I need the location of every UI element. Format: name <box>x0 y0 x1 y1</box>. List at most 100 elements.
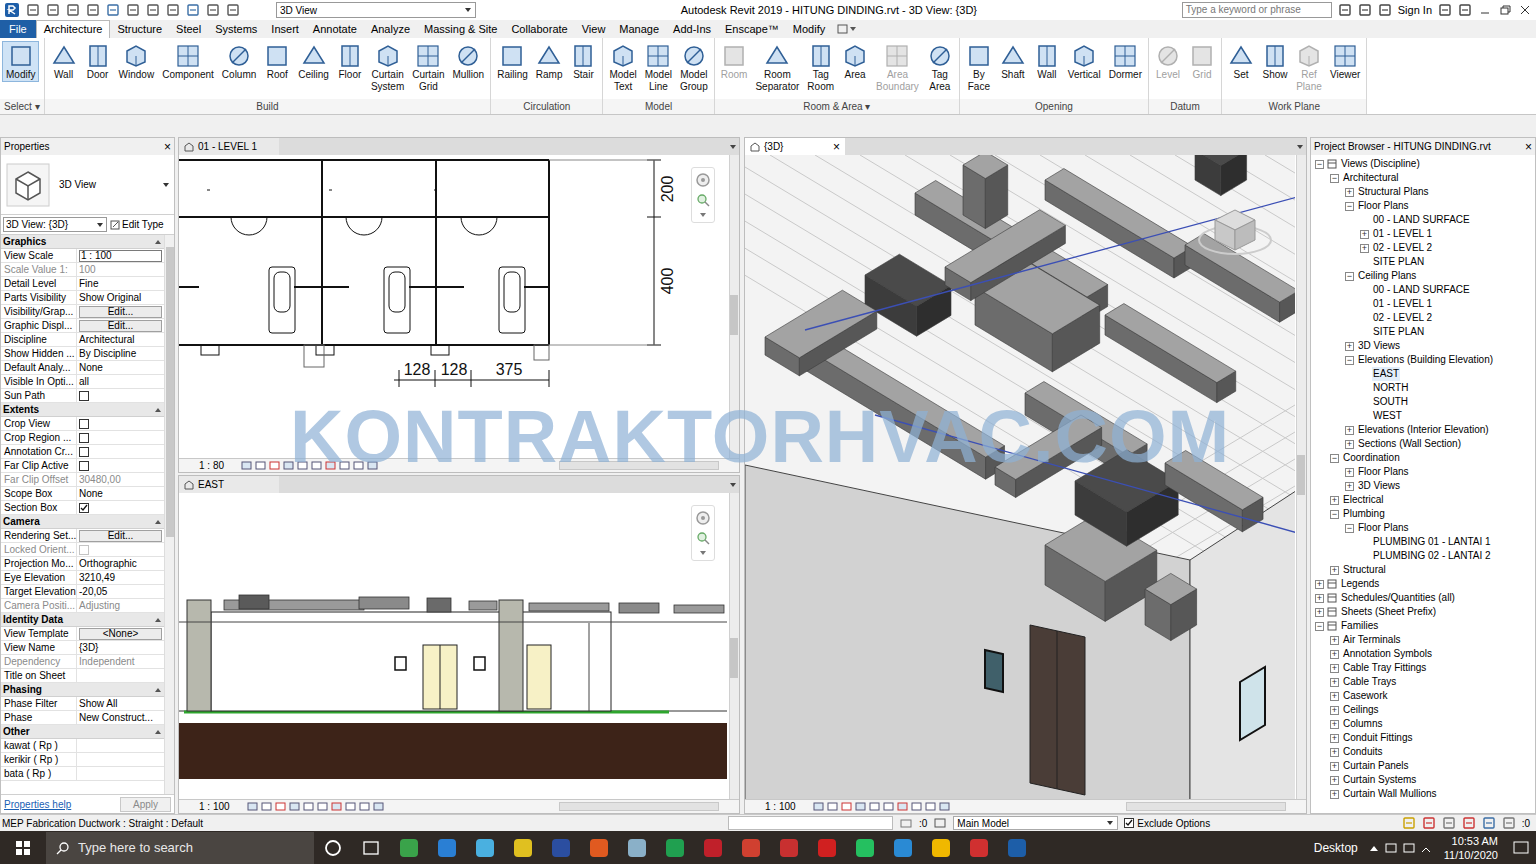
ribbon-group-label[interactable]: Circulation <box>491 99 602 114</box>
ribbon-tab[interactable]: View <box>575 20 613 38</box>
steering-wheel-icon[interactable] <box>695 172 711 188</box>
selection-filter-icon[interactable] <box>1402 816 1416 830</box>
property-value[interactable]: all <box>79 375 89 389</box>
property-value[interactable]: New Construct... <box>79 711 153 725</box>
taskbar-app-icon[interactable] <box>770 832 808 864</box>
tree-item[interactable]: WEST <box>1311 409 1535 423</box>
view-control-icon[interactable] <box>939 801 950 812</box>
tree-toggle[interactable]: − <box>1315 160 1324 169</box>
ribbon-tab[interactable]: Annotate <box>306 20 364 38</box>
tree-item[interactable]: +Casework <box>1311 689 1535 703</box>
ribbon-button[interactable]: Level <box>1151 41 1185 82</box>
tree-toggle[interactable] <box>1360 552 1369 561</box>
taskbar-app-icon[interactable] <box>884 832 922 864</box>
tree-toggle[interactable] <box>1360 412 1369 421</box>
vertical-scrollbar[interactable] <box>1296 155 1306 799</box>
tree-item[interactable]: SITE PLAN <box>1311 325 1535 339</box>
tree-toggle[interactable]: + <box>1330 748 1339 757</box>
tree-item[interactable]: +3D Views <box>1311 479 1535 493</box>
tree-toggle[interactable]: + <box>1315 608 1324 617</box>
tree-toggle[interactable] <box>1360 398 1369 407</box>
tree-toggle[interactable]: + <box>1345 440 1354 449</box>
tree-toggle[interactable]: + <box>1360 230 1369 239</box>
tree-item[interactable]: +Elevations (Interior Elevation) <box>1311 423 1535 437</box>
tree-toggle[interactable]: + <box>1330 692 1339 701</box>
sign-in-link[interactable]: Sign In <box>1398 2 1432 19</box>
ribbon-tab[interactable]: Massing & Site <box>417 20 504 38</box>
ribbon-button[interactable]: Mullion <box>449 41 489 82</box>
windows-start-icon[interactable] <box>0 832 46 864</box>
tree-toggle[interactable]: + <box>1330 762 1339 771</box>
view-control-icon[interactable] <box>255 460 266 471</box>
taskbar-app-icon[interactable] <box>580 832 618 864</box>
ribbon-group-label[interactable]: Build <box>45 99 491 114</box>
property-checkbox[interactable] <box>79 419 89 429</box>
taskbar-app-icon[interactable] <box>466 832 504 864</box>
ribbon-tab[interactable]: Structure <box>110 20 169 38</box>
ribbon-group-label[interactable]: Opening <box>960 99 1148 114</box>
ribbon-button[interactable]: Set <box>1224 41 1258 82</box>
vertical-scrollbar[interactable] <box>729 155 739 458</box>
minimize-icon[interactable] <box>1478 3 1492 17</box>
tree-item[interactable]: 00 - LAND SURFACE <box>1311 283 1535 297</box>
tree-item[interactable]: +Sheets (Sheet Prefix) <box>1311 605 1535 619</box>
quick-access-icon[interactable] <box>106 3 120 17</box>
dropdown-icon[interactable] <box>699 212 707 218</box>
taskbar-app-icon[interactable] <box>390 832 428 864</box>
view-control-icon[interactable] <box>869 801 880 812</box>
tree-item[interactable]: EAST <box>1311 367 1535 381</box>
tree-item[interactable]: +02 - LEVEL 2 <box>1311 241 1535 255</box>
quick-access-icon[interactable] <box>66 3 80 17</box>
tree-item[interactable]: −Floor Plans <box>1311 521 1535 535</box>
tree-toggle[interactable]: + <box>1345 342 1354 351</box>
taskbar-app-icon[interactable] <box>998 832 1036 864</box>
taskbar-app-icon[interactable] <box>922 832 960 864</box>
tree-item[interactable]: +Schedules/Quantities (all) <box>1311 591 1535 605</box>
ribbon-button[interactable]: Dormer <box>1105 41 1146 82</box>
ribbon-button[interactable]: RoomSeparator <box>751 41 803 94</box>
taskbar-app-icon[interactable] <box>656 832 694 864</box>
tree-toggle[interactable]: − <box>1345 524 1354 533</box>
view-control-icon[interactable] <box>317 801 328 812</box>
quick-access-icon[interactable] <box>126 3 140 17</box>
property-checkbox[interactable] <box>79 545 89 555</box>
ribbon-button[interactable]: Grid <box>1185 41 1219 82</box>
tree-item[interactable]: +Structural Plans <box>1311 185 1535 199</box>
ribbon-tab[interactable]: Insert <box>264 20 306 38</box>
tree-toggle[interactable]: + <box>1330 650 1339 659</box>
ribbon-button[interactable]: Window <box>115 41 159 82</box>
tree-toggle[interactable]: − <box>1345 356 1354 365</box>
property-value[interactable]: By Discipline <box>79 347 136 361</box>
search-field[interactable]: Type a keyword or phrase <box>1182 2 1332 18</box>
tree-toggle[interactable]: + <box>1330 706 1339 715</box>
collapse-icon[interactable] <box>154 728 162 736</box>
property-value[interactable]: Orthographic <box>79 557 137 571</box>
tree-item[interactable]: +Ceilings <box>1311 703 1535 717</box>
ribbon-button[interactable]: Stair <box>566 41 600 82</box>
worksets-icon[interactable] <box>899 816 913 830</box>
desktop-toolbar[interactable]: Desktop <box>1314 839 1358 857</box>
ribbon-group-label[interactable]: Work Plane <box>1222 99 1366 114</box>
tree-toggle[interactable]: + <box>1330 496 1339 505</box>
3d-model-drawing[interactable] <box>745 155 1295 799</box>
view-tab[interactable]: {3D}× <box>745 138 845 155</box>
horizontal-scrollbar[interactable] <box>1126 802 1286 811</box>
tree-toggle[interactable]: + <box>1330 636 1339 645</box>
property-value[interactable]: Fine <box>79 277 98 291</box>
selection-filter-icon[interactable] <box>1502 816 1516 830</box>
ribbon-button[interactable]: AreaBoundary <box>872 41 923 94</box>
tree-toggle[interactable]: + <box>1330 664 1339 673</box>
property-checkbox[interactable] <box>79 433 89 443</box>
ribbon-button[interactable]: ModelGroup <box>676 41 712 94</box>
ribbon-button[interactable]: Component <box>158 41 218 82</box>
tree-item[interactable]: SOUTH <box>1311 395 1535 409</box>
ribbon-group-label[interactable]: Model <box>603 99 713 114</box>
property-value[interactable]: Adjusting <box>79 599 120 613</box>
ribbon-button[interactable]: TagRoom <box>803 41 838 94</box>
tree-item[interactable]: NORTH <box>1311 381 1535 395</box>
property-value[interactable]: Show All <box>79 697 117 711</box>
property-section[interactable]: Identity Data <box>1 613 164 627</box>
ribbon-button[interactable]: Show <box>1258 41 1292 82</box>
view-control-icon[interactable] <box>813 801 824 812</box>
user-icon[interactable] <box>1378 3 1392 17</box>
